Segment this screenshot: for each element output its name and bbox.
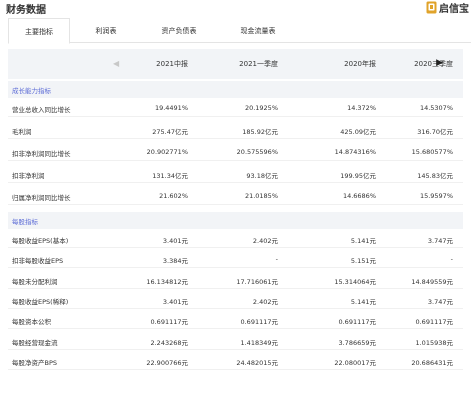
table-row: 每股净资产BPS 22.900766元 24.482015元 22.080017元 20… <box>8 352 463 370</box>
table-row: 每股收益EPS(稀释) 3.401元 2.402元 5.141元 3.747元 <box>8 291 463 309</box>
table-cell: 14.6686% <box>342 192 376 200</box>
table-row: 每股收益EPS(基本) 3.401元 2.402元 5.141元 3.747元 <box>8 230 463 248</box>
section-header: 成长能力指标 <box>8 81 463 98</box>
table-row: 扣非每股收益EPS 3.384元 - 5.151元 - <box>8 250 463 269</box>
column-header: 2020年报 <box>344 60 376 68</box>
tab-cash-flow[interactable]: 现金流量表 <box>216 18 300 43</box>
table-cell: 17.716061元 <box>236 277 278 286</box>
table-row: 归属净利润同比增长 21.602% 21.0185% 14.6686% 15.9597% <box>8 187 463 205</box>
table-cell: 3.786659元 <box>338 338 376 347</box>
table-cell: 425.09亿元 <box>340 128 376 136</box>
row-label: 扣非净利润同比增长 <box>12 150 71 158</box>
table-cell: 14.5307% <box>419 104 453 112</box>
row-label: 营业总收入同比增长 <box>12 106 71 114</box>
brand-logo-icon <box>426 1 437 14</box>
table-cell: 22.080017元 <box>334 358 376 367</box>
table-row: 每股资本公积 0.691117元 0.691117元 0.691117元 0.69111… <box>8 311 463 330</box>
table-header: ◀ 2021中报 2021一季度 2020年报 2020三季度 ▶ <box>8 49 463 79</box>
table-cell: 19.4491% <box>154 104 188 112</box>
table-cell: 24.482015元 <box>236 358 278 367</box>
table-cell: 14.849559元 <box>411 277 453 286</box>
page-title: 财务数据 <box>6 5 46 16</box>
table-cell: 316.70亿元 <box>417 128 453 136</box>
row-label: 每股未分配利润 <box>12 277 58 286</box>
table-row: 扣非净利润 131.34亿元 93.18亿元 199.95亿元 145.83亿元 <box>8 165 463 183</box>
tab-income-statement[interactable]: 利润表 <box>70 18 142 43</box>
table-cell: 5.141元 <box>350 237 376 245</box>
table-cell: 5.151元 <box>350 257 376 266</box>
row-label: 归属净利润同比增长 <box>12 194 71 202</box>
table-cell: 20.686431元 <box>411 358 453 367</box>
table-row: 扣非净利润同比增长 20.902771% 20.575596% 14.874316% 1… <box>8 143 463 161</box>
table-cell: 145.83亿元 <box>417 172 453 180</box>
table-cell: 2.402元 <box>252 297 278 306</box>
table-cell: 15.9597% <box>419 192 453 200</box>
table-cell: 5.141元 <box>350 297 376 306</box>
table-cell: 2.402元 <box>252 237 278 245</box>
table-cell: 3.747元 <box>427 237 453 245</box>
table-cell: 14.372% <box>347 104 376 112</box>
table-cell: 1.418349元 <box>240 338 278 347</box>
table-cell: 199.95亿元 <box>340 172 376 180</box>
row-label: 每股收益EPS(基本) <box>12 237 69 245</box>
tab-balance-sheet[interactable]: 资产负债表 <box>142 18 216 43</box>
brand-logo[interactable]: 启信宝 <box>426 0 469 15</box>
table-cell: 131.34亿元 <box>152 172 188 180</box>
row-label: 扣非净利润 <box>12 172 45 180</box>
table-cell: 20.1925% <box>244 104 278 112</box>
table-cell: 3.401元 <box>162 237 188 245</box>
column-header: 2021一季度 <box>239 60 278 68</box>
brand-name: 启信宝 <box>439 4 469 15</box>
column-header: 2021中报 <box>156 60 188 68</box>
table-cell: 3.384元 <box>162 257 188 266</box>
table-cell: 3.401元 <box>162 297 188 306</box>
table-cell: 275.47亿元 <box>152 128 188 136</box>
title-bar: 财务数据 启信宝 <box>0 0 471 16</box>
table-row: 毛利润 275.47亿元 185.92亿元 425.09亿元 316.70亿元 <box>8 121 463 139</box>
row-label: 每股收益EPS(稀释) <box>12 297 69 306</box>
table-cell: 2.243268元 <box>150 338 188 347</box>
table-row: 每股经营现金流 2.243268元 1.418349元 3.786659元 1.0159… <box>8 332 463 350</box>
table-cell: 3.747元 <box>427 297 453 306</box>
table-cell: - <box>275 255 278 264</box>
table-cell: 21.602% <box>159 192 188 200</box>
chevron-right-icon[interactable]: ▶ <box>436 58 443 68</box>
table-cell: 0.691117元 <box>150 318 188 327</box>
table-cell: 20.575596% <box>236 148 278 156</box>
table-cell: 0.691117元 <box>240 318 278 327</box>
table-cell: 93.18亿元 <box>246 172 278 180</box>
table-cell: 0.691117元 <box>415 318 453 327</box>
table-cell: 15.314064元 <box>334 277 376 286</box>
row-label: 每股经营现金流 <box>12 338 58 347</box>
row-label: 每股净资产BPS <box>12 358 58 367</box>
row-label: 毛利润 <box>12 128 32 136</box>
table-cell: 21.0185% <box>244 192 278 200</box>
table-cell: 16.134812元 <box>146 277 188 286</box>
section-title: 每股指标 <box>12 218 38 226</box>
table-row: 每股未分配利润 16.134812元 17.716061元 15.314064元 14.… <box>8 271 463 289</box>
table-cell: 22.900766元 <box>146 358 188 367</box>
section-header: 每股指标 <box>8 212 463 229</box>
table-cell: 185.92亿元 <box>242 128 278 136</box>
table-row: 营业总收入同比增长 19.4491% 20.1925% 14.372% 14.5307% <box>8 99 463 117</box>
table-cell: 0.691117元 <box>338 318 376 327</box>
table-cell: 15.680577% <box>411 148 453 156</box>
row-label: 每股资本公积 <box>12 318 51 327</box>
table-cell: 14.874316% <box>334 148 376 156</box>
table-cell: 1.015938元 <box>415 338 453 347</box>
row-label: 扣非每股收益EPS <box>12 257 64 266</box>
section-title: 成长能力指标 <box>12 87 51 95</box>
tab-main-indicators[interactable]: 主要指标 <box>8 18 70 44</box>
table-cell: 20.902771% <box>146 148 188 156</box>
tab-bar: 主要指标 利润表 资产负债表 现金流量表 <box>8 18 471 44</box>
table-cell: - <box>450 255 453 264</box>
